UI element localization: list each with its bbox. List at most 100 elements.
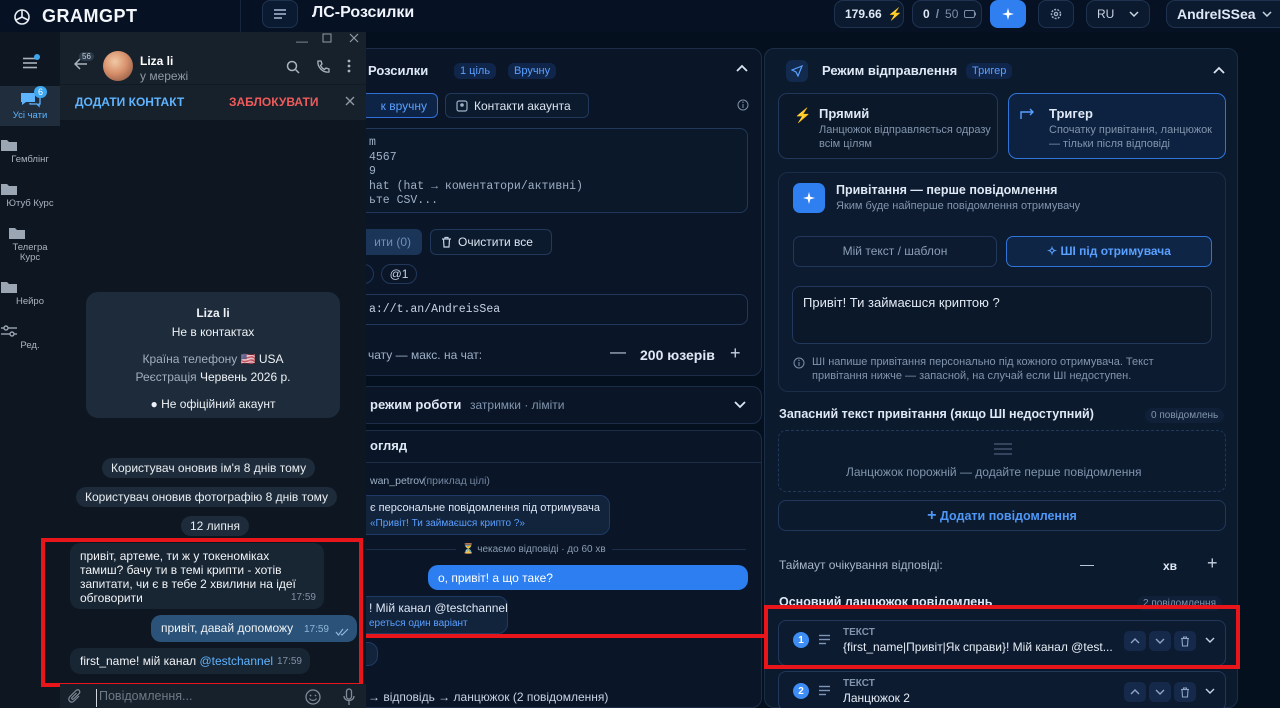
move-down-button[interactable] [1149, 682, 1171, 702]
fallback-empty-box [778, 430, 1226, 492]
message-input[interactable]: Повідомлення... [96, 689, 286, 707]
balance-value: 179.66 [845, 7, 882, 21]
fallback-empty-text: Ланцюжок порожній — додайте перше повідо… [846, 465, 1142, 479]
folder-youtube-course[interactable]: Ютуб Курс [0, 182, 60, 209]
gear-icon [1050, 8, 1062, 20]
fallback-count: 0 повідомлень [1145, 408, 1225, 423]
tab-account-contacts[interactable]: Контакти акаунта [445, 93, 589, 118]
folder-all-chats[interactable]: 6 Усі чати [0, 86, 60, 126]
trigger-title: Тригер [1049, 106, 1093, 121]
brand[interactable]: GRAMGPT [12, 6, 138, 27]
greeting-subtitle: Яким буде найперше повідомлення отримува… [836, 200, 1081, 212]
add-message-button[interactable]: + Додати повідомлення [778, 500, 1226, 531]
service-message: Користувач оновив ім'я 8 днів тому [102, 458, 316, 478]
ai-message-line2: «Привіт! Ти займаєшся крипто ?» [370, 518, 525, 529]
sparkle-icon [803, 192, 815, 204]
emoji-icon[interactable] [305, 689, 321, 705]
channel-message: ! Мій канал @testchannel [369, 601, 508, 615]
reply-preview: о, привіт! а що таке? [428, 565, 748, 590]
highlight-frame [41, 538, 363, 687]
folder-gambling[interactable]: Гемблінг [0, 138, 60, 165]
preview-title: огляд [370, 438, 408, 453]
info-not-in-contacts: Не в контактах [171, 325, 255, 339]
menu-toggle-button[interactable] [262, 0, 298, 28]
settings-button[interactable] [1038, 0, 1074, 28]
delete-button[interactable] [1174, 682, 1196, 702]
battery-icon [964, 10, 977, 18]
link-field[interactable]: a://t.an/AndreisSea [340, 294, 748, 325]
info-reg-label: Реєстрація [135, 370, 197, 384]
sample-hint: (приклад цілі) [423, 475, 490, 487]
chevron-down-icon[interactable] [734, 401, 746, 409]
trash-icon [1181, 686, 1189, 698]
chain-item-number: 2 [793, 683, 809, 699]
timeout-plus-button[interactable]: + [1207, 553, 1218, 574]
greeting-note: ШІ напише привітання персонально під кож… [812, 356, 1154, 382]
openai-logo-icon [12, 7, 32, 27]
per-chat-plus-button[interactable]: + [730, 343, 741, 364]
expand-chevron-icon[interactable] [1205, 688, 1215, 694]
folder-icon [8, 226, 52, 240]
folder-telegram-course[interactable]: Телегра Курс [0, 226, 60, 263]
quota-total: 50 [945, 7, 959, 21]
per-chat-minus-button[interactable]: — [610, 344, 626, 362]
ai-sparkle-button[interactable] [990, 0, 1026, 28]
chain-item-type: ТЕКСТ [843, 678, 875, 689]
close-icon[interactable] [345, 96, 355, 106]
date-chip: 12 липня [181, 516, 250, 536]
timeout-label: Таймаут очікування відповіді: [779, 558, 943, 572]
phone-icon[interactable] [316, 60, 330, 74]
quota-pill[interactable]: 0 / 50 [912, 0, 982, 28]
chevron-up-icon[interactable] [736, 64, 748, 72]
chevron-down-icon [1155, 689, 1165, 695]
trigger-desc: Спочатку привітання, ланцюжок — тільки п… [1049, 124, 1212, 150]
contacts-icon [456, 99, 468, 112]
move-up-button[interactable] [1124, 682, 1146, 702]
info-country-value: 🇺🇸 USA [240, 352, 284, 366]
contact-name[interactable]: Liza li [140, 54, 173, 68]
info-circle-icon: ● [150, 397, 158, 411]
contact-info-card: Liza li Не в контактах Країна телефону 🇺… [86, 292, 340, 418]
info-name: Liza li [196, 306, 230, 320]
folder-edit[interactable]: Ред. [0, 324, 60, 351]
direct-title: Прямий [819, 106, 870, 121]
attach-icon[interactable] [68, 689, 82, 705]
tab-ai-recipient[interactable]: ✧ ШІ під отримувача [1006, 236, 1212, 267]
minimize-icon[interactable]: — [296, 34, 308, 48]
search-icon[interactable] [286, 60, 300, 74]
work-mode-subtitle: затримки · ліміти [470, 398, 565, 412]
brand-name: GRAMGPT [42, 6, 138, 26]
recipients-textarea[interactable]: m 4567 9 hat (hat → коментатори/активні)… [340, 128, 748, 213]
preview-divider [340, 462, 762, 463]
sliders-icon [0, 324, 60, 338]
info-icon[interactable] [737, 99, 749, 111]
microphone-icon[interactable] [343, 688, 355, 706]
ai-message-preview [340, 495, 610, 535]
folder-icon [0, 138, 60, 152]
timeout-minus-button[interactable]: — [1080, 556, 1094, 572]
lightning-icon: ⚡ [794, 107, 812, 123]
highlight-connector [362, 634, 766, 638]
service-message: Користувач оновив фотографію 8 днів тому [76, 487, 338, 507]
more-vertical-icon[interactable] [347, 59, 351, 73]
block-button[interactable]: ЗАБЛОКУВАТИ [229, 95, 318, 109]
greeting-textarea[interactable]: Привіт! Ти займаєшся криптою ? [792, 286, 1212, 344]
info-icon [793, 357, 805, 369]
fallback-title: Запасний текст привітання (якщо ШІ недос… [779, 407, 1094, 421]
hamburger-icon[interactable] [22, 54, 40, 69]
tab-own-text[interactable]: Мій текст / шаблон [793, 236, 997, 267]
language-select[interactable]: RU [1086, 0, 1150, 28]
mention-chip[interactable]: @1 [381, 264, 417, 284]
maximize-icon[interactable] [322, 33, 332, 43]
user-menu[interactable]: AndreISSea [1166, 0, 1280, 28]
folder-neuro[interactable]: Нейро [0, 280, 60, 307]
add-contact-button[interactable]: ДОДАТИ КОНТАКТ [75, 95, 184, 109]
avatar[interactable] [103, 51, 133, 81]
folder-icon [0, 182, 60, 196]
close-window-icon[interactable] [349, 33, 359, 43]
clear-all-button[interactable]: Очистити все [430, 229, 552, 255]
balance-pill[interactable]: 179.66 ⚡ [834, 0, 904, 28]
sparkle-badge [793, 183, 825, 213]
chevron-up-icon[interactable] [1213, 66, 1225, 74]
recipients-title: Розсилки [368, 63, 429, 78]
